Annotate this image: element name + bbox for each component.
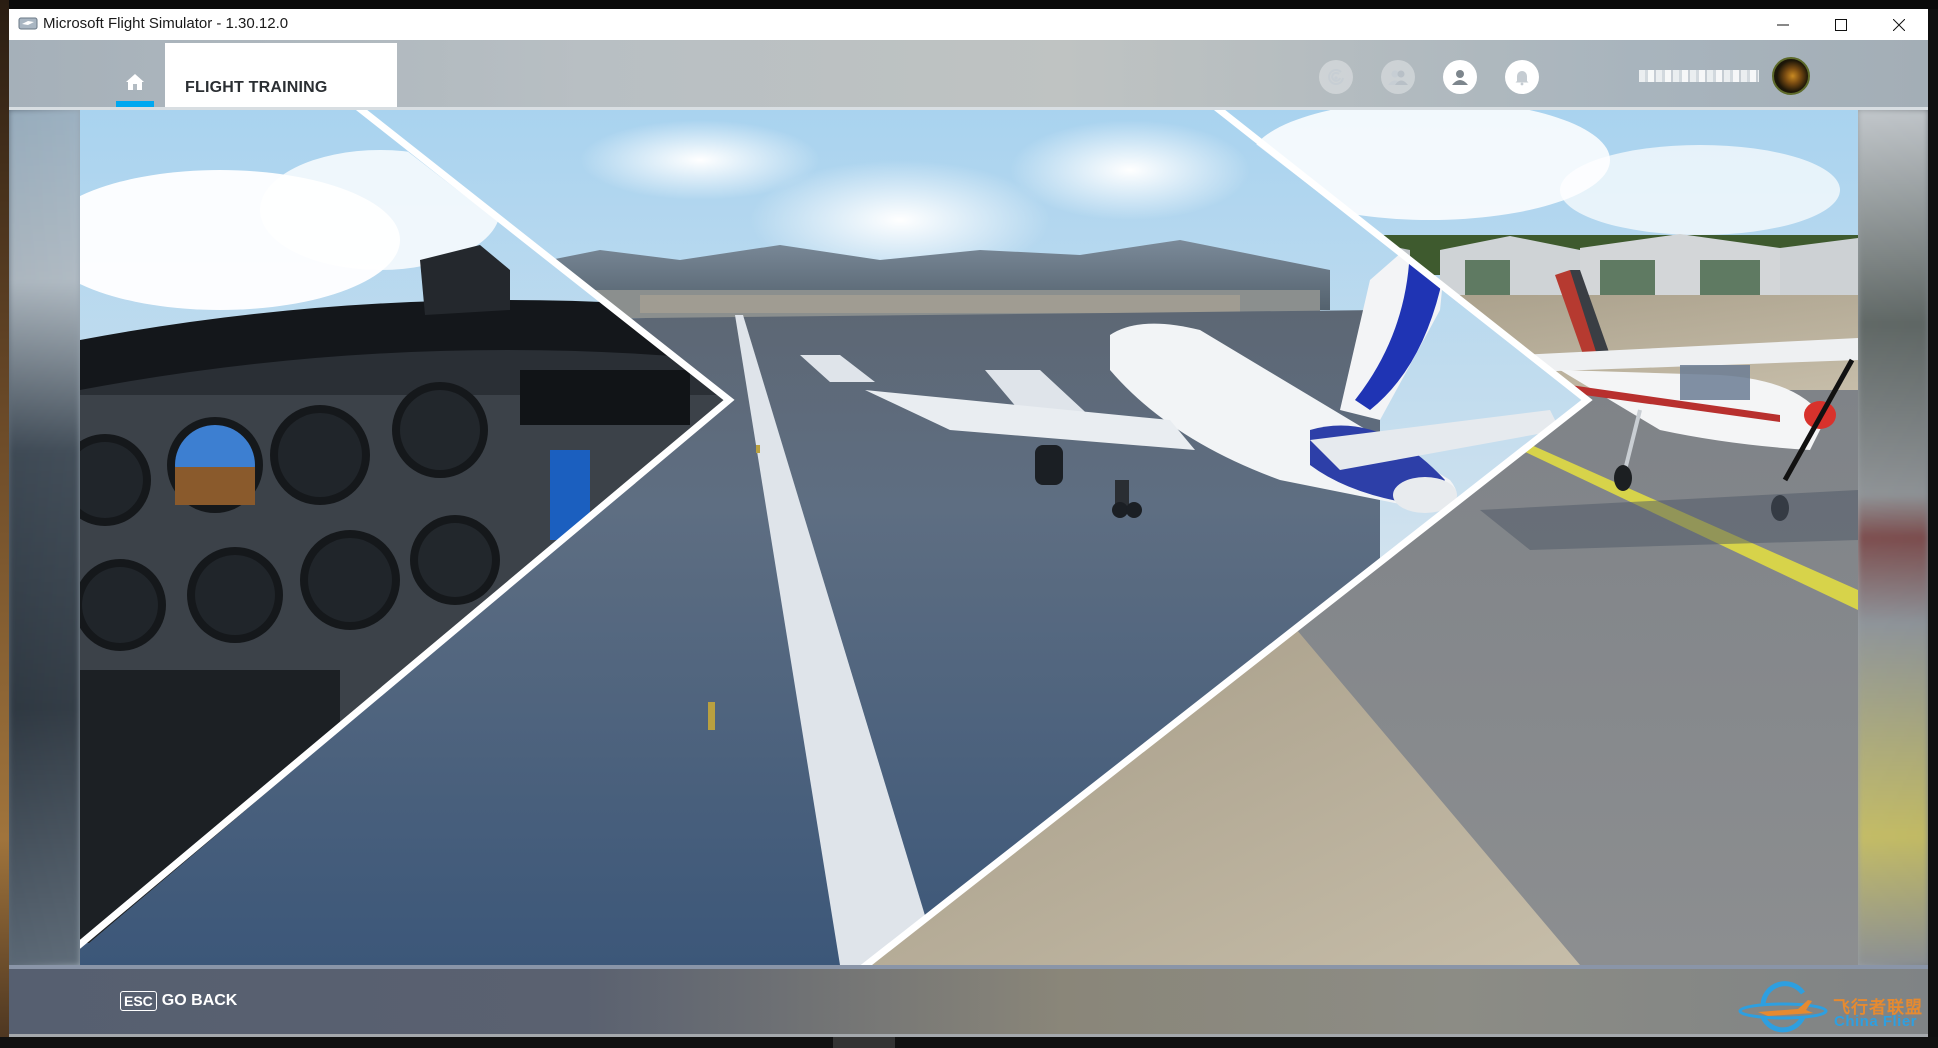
- home-icon: [126, 74, 144, 90]
- blurred-background-left: [9, 110, 80, 965]
- tab-label: FLIGHT TRAINING: [185, 79, 328, 96]
- top-navigation-bar: FLIGHT TRAINING: [9, 40, 1928, 110]
- flight-training-hero-image: [80, 110, 1858, 965]
- window-title: Microsoft Flight Simulator - 1.30.12.0: [43, 15, 289, 32]
- hero-scene: [80, 110, 1858, 965]
- friends-button[interactable]: [1381, 60, 1415, 94]
- close-button[interactable]: [1870, 9, 1928, 40]
- active-tab-indicator: [116, 101, 154, 107]
- bell-icon: [1515, 71, 1529, 86]
- profile-icon: [1452, 70, 1468, 85]
- app-icon: [18, 17, 38, 30]
- esc-key-hint: ESC: [120, 991, 157, 1011]
- activity-button[interactable]: [1319, 60, 1353, 94]
- minimize-button[interactable]: [1754, 9, 1812, 40]
- blurred-background-right: [1858, 110, 1928, 965]
- maximize-button[interactable]: [1812, 9, 1870, 40]
- title-bar[interactable]: Microsoft Flight Simulator - 1.30.12.0: [9, 9, 1928, 40]
- maximize-icon: [1835, 18, 1847, 31]
- watermark-en: China Flier: [1834, 1013, 1918, 1030]
- username-obscured[interactable]: [1639, 70, 1759, 82]
- watermark-logo-icon: [1738, 981, 1828, 1033]
- notifications-button[interactable]: [1505, 60, 1539, 94]
- app-window: Microsoft Flight Simulator - 1.30.12.0 F…: [9, 9, 1928, 1037]
- flight-training-tab[interactable]: FLIGHT TRAINING: [165, 43, 397, 107]
- bottom-action-bar: ESC GO BACK: [9, 965, 1928, 1037]
- watermark: 飞行者联盟 China Flier: [1738, 975, 1938, 1035]
- app-content: FLIGHT TRAINING ESC GO BACK: [9, 40, 1928, 1037]
- profile-button[interactable]: [1443, 60, 1477, 94]
- activity-icon: [1328, 69, 1344, 85]
- close-icon: [1893, 18, 1905, 31]
- desktop-left-edge: [0, 0, 9, 1048]
- friends-icon: [1388, 70, 1408, 85]
- desktop-top-edge: [0, 0, 1938, 9]
- runway-sign: [708, 702, 715, 730]
- go-back-button[interactable]: ESC GO BACK: [120, 991, 237, 1011]
- taskbar: [0, 1037, 1938, 1048]
- minimize-icon: [1777, 24, 1789, 25]
- go-back-label: GO BACK: [161, 992, 238, 1009]
- home-tab[interactable]: [116, 43, 162, 107]
- user-avatar[interactable]: [1772, 57, 1810, 95]
- taskbar-active-app[interactable]: [833, 1037, 895, 1048]
